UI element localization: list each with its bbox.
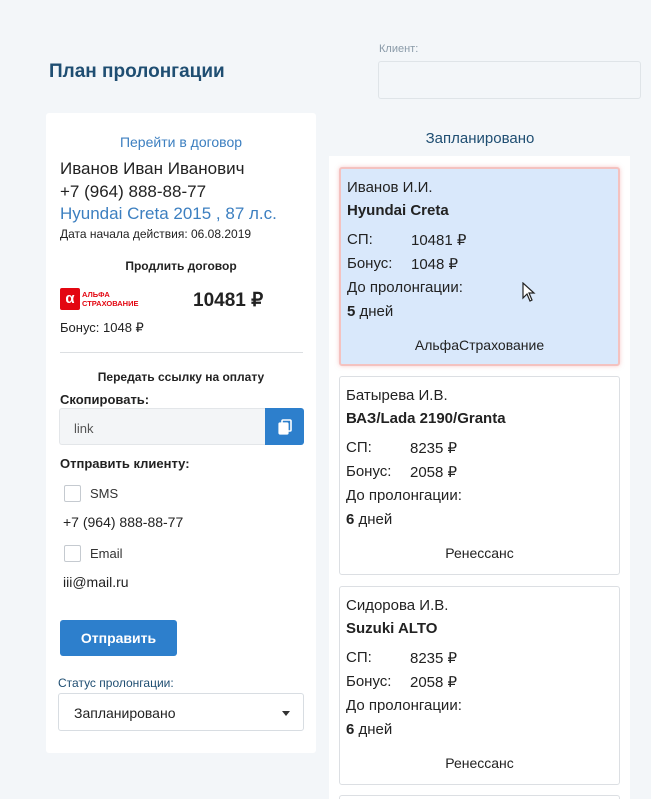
card-sp-value: 10481 ₽ bbox=[411, 232, 467, 249]
card-bonus-row: Бонус: 1048 ₽ bbox=[347, 255, 458, 273]
card-bonus-value: 2058 ₽ bbox=[410, 464, 458, 481]
card-client-name: Батырева И.В. bbox=[346, 387, 448, 404]
copy-icon bbox=[277, 418, 292, 435]
payment-link-title: Передать ссылку на оплату bbox=[97, 370, 265, 384]
email-checkbox[interactable] bbox=[64, 545, 81, 562]
card-car: Hyundai Creta bbox=[347, 202, 449, 219]
status-select[interactable]: Запланировано bbox=[58, 693, 304, 731]
bonus-amount: Бонус: 1048 ₽ bbox=[60, 320, 144, 335]
sms-checkbox-label: SMS bbox=[90, 486, 119, 501]
card-sp-row: СП: 8235 ₽ bbox=[346, 649, 457, 667]
column-title: Запланировано bbox=[425, 130, 535, 147]
extend-contract-title: Продлить договор bbox=[125, 259, 237, 273]
card-insurer: АльфаСтрахование bbox=[414, 337, 545, 353]
card-days-number: 6 bbox=[346, 721, 355, 738]
contract-details-panel: Перейти в договор Иванов Иван Иванович +… bbox=[46, 113, 316, 753]
card-bonus-label: Бонус: bbox=[346, 673, 392, 690]
status-select-value: Запланировано bbox=[74, 705, 176, 721]
card-until-label: До пролонгации: bbox=[346, 697, 462, 714]
sms-phone: +7 (964) 888-88-77 bbox=[63, 514, 184, 530]
email-checkbox-label: Email bbox=[90, 546, 123, 561]
card-sp-value: 8235 ₽ bbox=[410, 440, 458, 457]
chevron-down-icon bbox=[282, 711, 290, 716]
policy-card[interactable]: Сидорова И.В. Suzuki ALTO СП: 8235 ₽ Бонус: 2… bbox=[339, 586, 620, 785]
card-client-name: Иванов И.И. bbox=[347, 179, 433, 196]
card-days-number: 6 bbox=[346, 511, 355, 528]
payment-link-field[interactable]: link bbox=[59, 408, 265, 445]
divider bbox=[60, 352, 303, 353]
client-filter-input[interactable] bbox=[378, 61, 641, 99]
client-full-name: Иванов Иван Иванович bbox=[60, 159, 245, 178]
card-days-word: дней bbox=[358, 511, 393, 528]
card-insurer: Ренессанс bbox=[445, 755, 514, 771]
card-sp-label: СП: bbox=[347, 231, 373, 248]
card-bonus-row: Бонус: 2058 ₽ bbox=[346, 463, 457, 481]
policy-card[interactable]: Батырева И.В. ВАЗ/Lada 2190/Granta СП: 8235… bbox=[339, 376, 620, 575]
email-value: iii@mail.ru bbox=[63, 574, 129, 590]
status-label: Статус пролонгации: bbox=[58, 676, 174, 690]
card-sp-label: СП: bbox=[346, 649, 372, 666]
card-until-label: До пролонгации: bbox=[346, 487, 462, 504]
card-bonus-row: Бонус: 2058 ₽ bbox=[346, 673, 457, 691]
alfa-insurance-logo: α АЛЬФА СТРАХОВАНИЕ bbox=[60, 288, 150, 310]
alfa-logo-mark: α bbox=[60, 288, 80, 310]
card-car: ВАЗ/Lada 2190/Granta bbox=[346, 410, 506, 427]
card-until-label: До пролонгации: bbox=[347, 279, 463, 296]
card-days-word: дней bbox=[358, 721, 393, 738]
sms-checkbox[interactable] bbox=[64, 485, 81, 502]
client-car[interactable]: Hyundai Creta 2015 , 87 л.с. bbox=[60, 204, 277, 224]
card-sp-row: СП: 10481 ₽ bbox=[347, 231, 466, 249]
client-filter-label: Клиент: bbox=[379, 43, 419, 55]
card-sp-value: 8235 ₽ bbox=[410, 650, 458, 667]
card-days: 6 дней bbox=[346, 511, 392, 528]
send-button[interactable]: Отправить bbox=[60, 620, 177, 656]
card-insurer: Ренессанс bbox=[445, 545, 514, 561]
alfa-logo-text: АЛЬФА СТРАХОВАНИЕ bbox=[82, 290, 139, 308]
card-car: Suzuki ALTO bbox=[346, 620, 438, 637]
client-phone: +7 (964) 888-88-77 bbox=[60, 182, 207, 201]
cards-column[interactable]: Иванов И.И. Hyundai Creta СП: 10481 ₽ Бонус:… bbox=[329, 156, 630, 799]
card-bonus-value: 1048 ₽ bbox=[411, 256, 459, 273]
card-sp-row: СП: 8235 ₽ bbox=[346, 439, 457, 457]
copy-button[interactable] bbox=[265, 408, 304, 445]
contract-start-date: Дата начала действия: 06.08.2019 bbox=[60, 227, 252, 241]
mouse-cursor-icon bbox=[522, 282, 536, 302]
card-sp-label: СП: bbox=[346, 439, 372, 456]
card-bonus-value: 2058 ₽ bbox=[410, 674, 458, 691]
card-bonus-label: Бонус: bbox=[347, 255, 393, 272]
copy-label: Скопировать: bbox=[60, 392, 150, 407]
page-title: План пролонгации bbox=[49, 61, 225, 82]
goto-contract-link[interactable]: Перейти в договор bbox=[46, 134, 316, 150]
send-to-client-label: Отправить клиенту: bbox=[60, 456, 190, 471]
card-bonus-label: Бонус: bbox=[346, 463, 392, 480]
policy-card[interactable]: Иванов И.И. Hyundai Creta СП: 10481 ₽ Бонус:… bbox=[339, 167, 620, 366]
extend-price: 10481 ₽ bbox=[193, 290, 264, 311]
card-days-word: дней bbox=[359, 303, 394, 320]
policy-card[interactable] bbox=[339, 795, 620, 799]
card-client-name: Сидорова И.В. bbox=[346, 597, 449, 614]
card-days-number: 5 bbox=[347, 303, 356, 320]
card-days: 5 дней bbox=[347, 303, 393, 320]
card-days: 6 дней bbox=[346, 721, 392, 738]
